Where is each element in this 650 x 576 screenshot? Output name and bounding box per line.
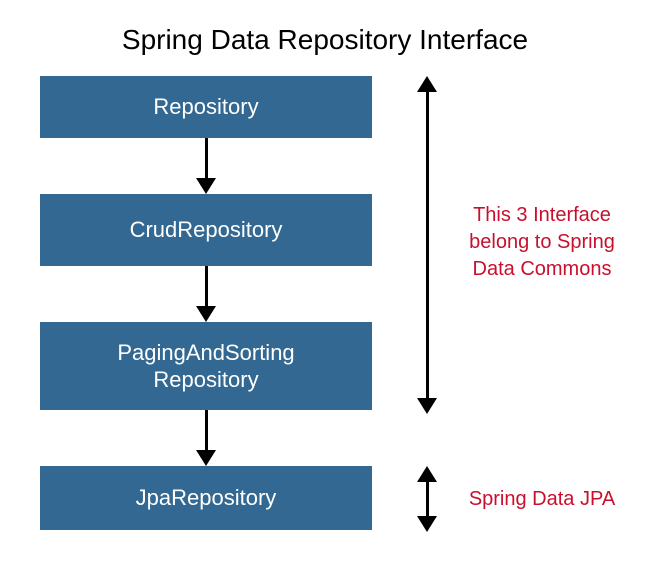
annotation-commons-line2: belong to Spring — [452, 229, 632, 256]
box-repository-label: Repository — [153, 93, 258, 121]
box-jpa-repository: JpaRepository — [40, 466, 372, 530]
hierarchy-column: Repository CrudRepository PagingAndSorti… — [40, 76, 372, 530]
box-crud-repository-label: CrudRepository — [130, 216, 283, 244]
box-jpa-repository-label: JpaRepository — [136, 484, 277, 512]
arrow-down-icon — [40, 138, 372, 194]
diagram-content: Repository CrudRepository PagingAndSorti… — [0, 76, 650, 530]
box-paging-sorting-repository-label-line2: Repository — [153, 366, 258, 394]
annotation-commons: This 3 Interface belong to Spring Data C… — [452, 202, 632, 283]
annotation-jpa-text: Spring Data JPA — [469, 488, 615, 510]
bracket-commons-icon — [415, 76, 439, 414]
diagram-title: Spring Data Repository Interface — [0, 0, 650, 76]
box-repository: Repository — [40, 76, 372, 138]
arrow-down-icon — [40, 266, 372, 322]
arrow-down-icon — [40, 410, 372, 466]
box-crud-repository: CrudRepository — [40, 194, 372, 266]
annotation-commons-line3: Data Commons — [452, 256, 632, 283]
annotation-jpa: Spring Data JPA — [452, 486, 632, 513]
box-paging-sorting-repository: PagingAndSorting Repository — [40, 322, 372, 410]
box-paging-sorting-repository-label-line1: PagingAndSorting — [117, 339, 294, 367]
bracket-jpa-icon — [415, 466, 439, 532]
annotation-commons-line1: This 3 Interface — [452, 202, 632, 229]
